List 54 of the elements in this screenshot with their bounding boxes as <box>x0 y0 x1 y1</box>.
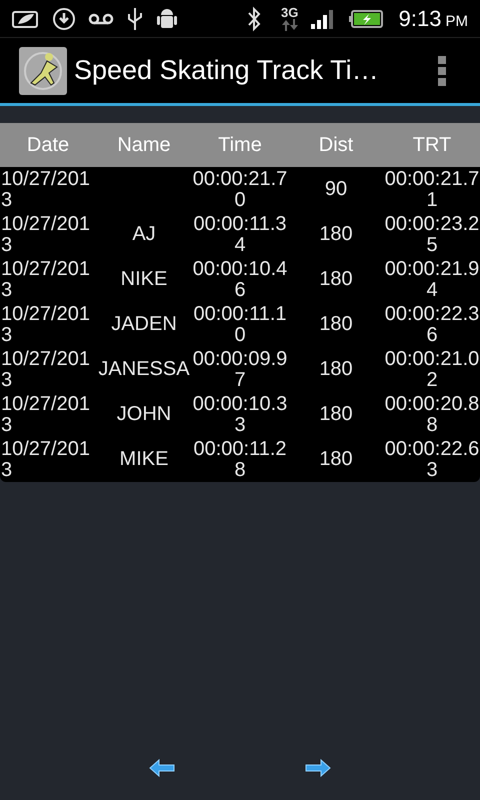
column-header: Dist <box>318 133 354 158</box>
table-cell-text: 90 <box>324 179 348 200</box>
table-cell-text: 10/27/2013 <box>1 258 91 300</box>
table-cell: 00:00:20.88 <box>384 394 480 436</box>
table-cell-text: JADEN <box>110 314 178 335</box>
table-cell: 00:00:10.33 <box>192 394 288 436</box>
table-cell-text: 180 <box>318 404 354 425</box>
table-cell: 00:00:21.71 <box>384 168 480 210</box>
card-icon <box>12 8 40 28</box>
table-cell-text: 10/27/2013 <box>1 304 91 346</box>
column-header: Time <box>217 133 263 158</box>
table-cell: 00:00:22.63 <box>384 438 480 480</box>
table-cell-text: 180 <box>318 269 354 290</box>
table-cell: 00:00:10.46 <box>192 258 288 300</box>
data-arrows-icon <box>280 19 299 31</box>
table-cell: 00:00:11.34 <box>192 214 288 256</box>
app-title: Speed Skating Track Ti… <box>74 54 379 88</box>
download-icon <box>52 6 76 30</box>
usb-icon <box>126 6 144 32</box>
bluetooth-icon <box>246 6 261 32</box>
table-cell: 00:00:22.36 <box>384 304 480 346</box>
next-button[interactable] <box>304 758 332 778</box>
table-cell-text: 10/27/2013 <box>1 214 91 256</box>
clock-time: 9:13 <box>398 5 442 33</box>
table-cell-text: 10/27/2013 <box>1 394 91 436</box>
table-cell-text: 10/27/2013 <box>1 438 91 480</box>
table-cell-text: 180 <box>318 224 354 245</box>
table-cell-text: NIKE <box>120 269 168 290</box>
clock-period: PM <box>446 12 468 32</box>
table-cell: 00:00:21.02 <box>384 348 480 390</box>
table-cell: 00:00:09.97 <box>192 348 288 390</box>
table-cell-text: JOHN <box>116 404 172 425</box>
table-cell-text: 180 <box>318 314 354 335</box>
column-header: Date <box>26 133 70 158</box>
table-cell-text: 180 <box>318 449 354 470</box>
battery-icon <box>348 10 383 28</box>
overflow-menu-button[interactable] <box>438 56 446 86</box>
table-cell-text: MIKE <box>118 449 170 470</box>
column-header: Name <box>116 133 172 158</box>
table-cell: 00:00:11.28 <box>192 438 288 480</box>
table-cell-text: AJ <box>131 224 157 245</box>
previous-button[interactable] <box>148 758 176 778</box>
table-cell: 00:00:21.70 <box>192 168 288 210</box>
table-cell-text: 10/27/2013 <box>1 168 91 210</box>
skater-icon <box>19 46 67 94</box>
voicemail-icon <box>88 12 114 24</box>
table-cell-text: 180 <box>318 359 354 380</box>
table-cell: 00:00:23.25 <box>384 214 480 256</box>
network-label: 3G <box>281 6 298 19</box>
table-cell-text: 10/27/2013 <box>1 348 91 390</box>
table-cell-text: JANESSA <box>97 359 191 380</box>
table-cell: 00:00:21.94 <box>384 258 480 300</box>
column-header: TRT <box>412 133 452 158</box>
table-cell: 00:00:11.10 <box>192 304 288 346</box>
